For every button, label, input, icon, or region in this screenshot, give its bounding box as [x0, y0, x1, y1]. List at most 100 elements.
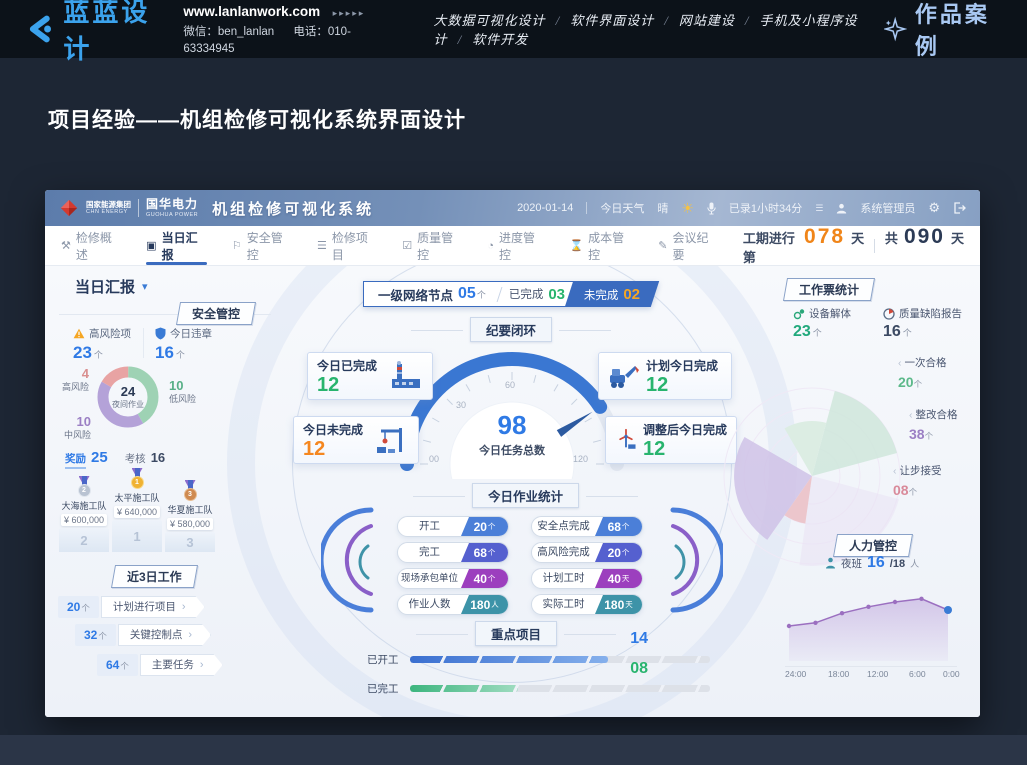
gold-medal-icon: 1	[130, 468, 145, 489]
brand-divider	[138, 199, 139, 217]
card-planned-today: 计划今日完成12	[598, 352, 732, 400]
recent-item-planned-projects[interactable]: 20个 计划进行项目›	[58, 596, 205, 618]
rectified-pass-stat: ‹整改合格 38个	[909, 408, 958, 445]
caret-down-icon: ▾	[142, 280, 148, 293]
services-nav: 大数据可视化设计/软件界面设计/网站建设/手机及小程序设计/软件开发	[434, 10, 885, 48]
hourglass-icon: ⌛	[569, 239, 583, 252]
arrows-icon: ▸▸▸▸▸	[333, 8, 366, 18]
sparkle-star-icon	[884, 16, 906, 42]
divider	[143, 328, 144, 358]
daily-report-dropdown[interactable]: 当日汇报 ▾	[75, 276, 148, 297]
manpower-line-chart	[783, 572, 958, 664]
microphone-icon[interactable]	[707, 202, 716, 215]
page-title: 项目经验——机组检修可视化系统界面设计	[48, 104, 466, 134]
started-count: 14	[598, 630, 648, 648]
tab-projects[interactable]: ☰检修项目	[317, 226, 377, 265]
tab-safety[interactable]: ⚐安全管控	[232, 226, 292, 265]
record-duration: 已录1小时34分	[729, 200, 802, 216]
card-today-completed: 今日已完成12	[307, 352, 433, 400]
weather-label: 今日天气	[600, 200, 644, 216]
donut-center-label: 24夜间作业	[93, 362, 163, 432]
service-dev[interactable]: 软件开发	[472, 32, 528, 47]
service-bigdata[interactable]: 大数据可视化设计	[434, 13, 546, 28]
quality-defect-stat: 质量缺陷报告 16个	[883, 306, 962, 341]
chn-energy-logo-icon	[59, 198, 79, 218]
phone-label: 电话：	[293, 26, 328, 38]
tab-daily-report[interactable]: ▣当日汇报	[146, 226, 207, 265]
key-projects-label: 重点项目	[475, 621, 557, 646]
pill-actual-hours: 实际工时 180天	[531, 594, 643, 615]
list-icon: ☰	[317, 239, 327, 252]
pill-finished: 完工 68个	[397, 542, 509, 563]
wind-turbine-icon	[615, 425, 637, 455]
defect-report-icon	[883, 308, 895, 320]
hammer-icon: ⚒	[61, 239, 71, 252]
pencil-icon: ✎	[658, 239, 667, 252]
brand-company-en: GUOHUA POWER	[146, 212, 198, 218]
reward-assess-row: 奖励25 考核16	[65, 449, 165, 469]
website-link[interactable]: www.lanlanwork.com	[183, 4, 320, 19]
equipment-disassembly-stat: 设备解体 23个	[793, 306, 851, 341]
settings-gear-icon[interactable]: ⚙	[928, 200, 940, 216]
brand-block: 国家能源集团 CHN ENERGY 国华电力 GUOHUA POWER	[59, 198, 198, 218]
brand-group-cn: 国家能源集团	[86, 201, 131, 210]
chevron-right-icon: ›	[188, 629, 192, 641]
schedule-progress: 工期进行第 078 天 共 090 天	[743, 225, 964, 266]
footer-strip	[0, 735, 1027, 765]
finished-progress-bar	[410, 685, 710, 692]
header-date: 2020-01-14	[517, 202, 573, 214]
pill-high-risk-done: 高风险完成 20个	[531, 542, 643, 563]
team-rank-2: 2 大海施工队 ¥ 600,000 2	[59, 476, 109, 552]
donut-label-high-risk: 4高风险	[55, 366, 89, 394]
app-title: 机组检修可视化系统	[212, 198, 374, 219]
decor-arcs-left	[321, 504, 377, 616]
lanlan-logo[interactable]: 蓝蓝设计	[26, 0, 163, 66]
recent-item-key-control-points[interactable]: 32个 关键控制点›	[75, 624, 211, 646]
brand-group-en: CHN ENERGY	[86, 209, 131, 215]
main-nav-tabs: ⚒检修概述 ▣当日汇报 ⚐安全管控 ☰检修项目 ☑质量管控 ◔进度管控 ⌛成本管…	[45, 226, 980, 266]
period-divider	[874, 239, 875, 253]
logout-icon[interactable]	[953, 202, 966, 214]
tab-progress[interactable]: ◔进度管控	[487, 226, 544, 265]
donut-label-mid-risk: 10中风险	[51, 414, 91, 442]
undone-segment: 未完成02	[565, 281, 660, 307]
team-ranking-podium: 2 大海施工队 ¥ 600,000 2 1 太平施工队 ¥ 640,000 1 …	[59, 468, 221, 552]
concession-stat: ‹让步接受 08个	[893, 464, 942, 501]
weather-value: 晴	[657, 200, 668, 216]
dashboard-body: 当日汇报 ▾ 安全管控 高风险项 23个 今日违章 16个	[45, 266, 980, 717]
record-list-icon[interactable]: ☰	[815, 203, 823, 214]
task-total-value: 98	[482, 410, 542, 441]
days-total: 090	[904, 225, 945, 249]
shield-icon	[155, 327, 166, 340]
violation-stat: 今日违章 16个	[155, 326, 212, 363]
first-pass-stat: ‹一次合格 20个	[898, 356, 947, 393]
brand-company-cn: 国华电力	[146, 198, 198, 212]
recent-item-main-tasks[interactable]: 64个 主要任务›	[97, 654, 223, 676]
work-stats-label: 今日作业统计	[472, 483, 579, 508]
divider	[496, 287, 502, 302]
service-software-ui[interactable]: 软件界面设计	[570, 13, 654, 28]
crane-icon	[375, 425, 409, 455]
tab-quality[interactable]: ☑质量管控	[402, 226, 462, 265]
portfolio-button[interactable]: 作品案例	[884, 0, 1001, 61]
task-total-label: 今日任务总数	[462, 442, 562, 458]
pill-started: 开工 20个	[397, 516, 509, 537]
dashboard-screenshot: 国家能源集团 CHN ENERGY 国华电力 GUOHUA POWER 机组检修…	[45, 190, 980, 717]
current-user[interactable]: 系统管理员	[860, 200, 915, 216]
tab-cost[interactable]: ⌛成本管控	[569, 226, 633, 265]
excavator-icon	[608, 362, 640, 390]
app-header: 国家能源集团 CHN ENERGY 国华电力 GUOHUA POWER 机组检修…	[45, 190, 980, 226]
tab-overview[interactable]: ⚒检修概述	[61, 226, 121, 265]
wechat-label: 微信：	[183, 26, 218, 38]
sun-icon: ☀	[681, 200, 694, 217]
service-website[interactable]: 网站建设	[679, 13, 735, 28]
team-rank-1: 1 太平施工队 ¥ 640,000 1	[112, 468, 162, 552]
started-progress-bar	[410, 656, 710, 663]
x-axis	[785, 666, 957, 667]
checkbox-icon: ☑	[402, 239, 412, 252]
recent-work-tag: 近3日工作	[111, 565, 198, 588]
donut-label-low-risk: 10低风险	[169, 378, 196, 406]
high-risk-stat: 高风险项 23个	[73, 326, 131, 363]
tab-minutes[interactable]: ✎会议纪要	[658, 226, 718, 265]
minutes-loop-label: 纪要闭环	[470, 317, 552, 342]
